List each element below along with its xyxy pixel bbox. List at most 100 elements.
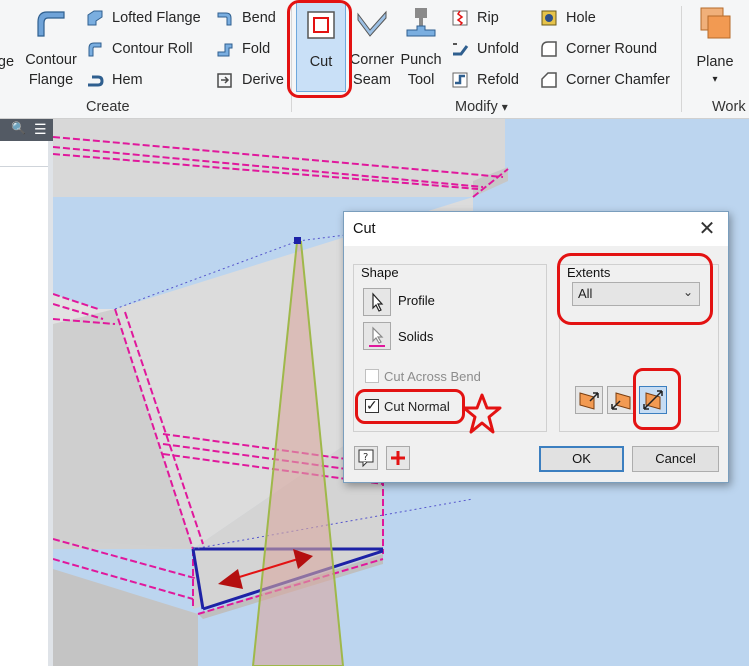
group-label-create: Create (86, 99, 130, 115)
punch-tool-text: Punch Tool (400, 52, 442, 88)
cut-button[interactable]: Cut (296, 2, 346, 92)
cut-icon (307, 11, 335, 39)
direction-1-icon (579, 392, 599, 410)
contour-roll-icon (88, 42, 102, 57)
contour-flange-button[interactable]: Contour Flange (22, 0, 80, 92)
punch-tool-button[interactable]: Punch Tool (398, 0, 444, 92)
derive-button[interactable]: Derive (216, 69, 286, 91)
contour-roll-button[interactable]: Contour Roll (86, 38, 201, 60)
contour-flange-icon (37, 11, 65, 37)
unfold-icon (453, 43, 469, 56)
fold-button[interactable]: Fold (216, 38, 286, 60)
rip-icon (452, 10, 468, 26)
corner-chamfer-label: Corner Chamfer (566, 72, 670, 88)
rip-button[interactable]: Rip (451, 7, 511, 29)
hem-button[interactable]: Hem (86, 69, 156, 91)
unfold-label: Unfold (477, 41, 519, 57)
plus-icon (391, 451, 405, 465)
model-browser-panel: 🔍 ☰ (0, 119, 53, 666)
derive-icon (217, 73, 232, 88)
cut-across-bend-label: Cut Across Bend (384, 369, 481, 384)
browser-divider (0, 166, 48, 167)
star-annotation-icon (462, 393, 502, 434)
cut-origin-point (294, 237, 301, 244)
contour-roll-label: Contour Roll (112, 41, 193, 57)
bend-button[interactable]: Bend (216, 7, 286, 29)
corner-seam-text: Corner Seam (349, 52, 395, 88)
hem-icon (88, 75, 104, 87)
corner-chamfer-button[interactable]: Corner Chamfer (540, 69, 678, 91)
cut-dialog: Cut ✕ Shape Profile Solids Cut Across Be… (343, 211, 729, 483)
ribbon-separator (681, 6, 682, 112)
cut-normal-checkbox[interactable]: ✓ (365, 397, 379, 413)
help-icon: ? (358, 449, 374, 468)
bend-icon (217, 12, 232, 26)
solids-select-button[interactable] (363, 322, 391, 350)
corner-chamfer-icon (541, 72, 557, 88)
plane-label: Plane (696, 54, 734, 70)
extents-group-title: Extents (567, 265, 611, 280)
corner-seam-label: Corner Seam (348, 50, 396, 90)
direction-2-icon (611, 392, 631, 410)
menu-icon[interactable]: ☰ (34, 121, 47, 138)
direction-1-button[interactable] (575, 386, 603, 414)
lofted-flange-button[interactable]: Lofted Flange (86, 7, 206, 29)
hole-button[interactable]: Hole (540, 7, 610, 29)
contour-flange-label: Contour Flange (22, 50, 80, 90)
plane-icon (700, 7, 731, 39)
corner-seam-icon (357, 10, 387, 37)
unfold-button[interactable]: Unfold (451, 38, 531, 60)
cancel-button[interactable]: Cancel (632, 446, 719, 472)
search-icon[interactable]: 🔍 (11, 121, 26, 135)
group-label-modify[interactable]: Modify ▾ (455, 99, 508, 115)
solids-label: Solids (398, 329, 434, 344)
shape-group-title: Shape (361, 265, 399, 280)
lofted-flange-label: Lofted Flange (112, 10, 201, 26)
close-icon[interactable]: ✕ (694, 218, 720, 240)
group-label-modify-text: Modify (455, 99, 498, 115)
hem-label: Hem (112, 72, 143, 88)
profile-label: Profile (398, 293, 435, 308)
symmetric-direction-button[interactable] (639, 386, 667, 414)
contour-flange-text: Contour Flange (25, 52, 77, 88)
corner-round-label: Corner Round (566, 41, 658, 57)
refold-label: Refold (477, 72, 519, 88)
punch-tool-icon (406, 8, 436, 37)
chevron-down-icon: ⌄ (682, 285, 693, 299)
model-bottom-lip (53, 569, 198, 666)
cut-across-bend-checkbox[interactable] (365, 369, 379, 383)
fold-icon (217, 43, 233, 57)
direction-2-button[interactable] (607, 386, 635, 414)
dialog-titlebar[interactable]: Cut ✕ (344, 212, 728, 246)
plane-button[interactable]: Plane ▾ (690, 0, 740, 92)
flange-button[interactable]: ge (0, 0, 20, 92)
add-button[interactable] (386, 446, 410, 470)
rip-label: Rip (477, 10, 499, 26)
svg-text:?: ? (363, 452, 368, 463)
symmetric-direction-icon (643, 390, 663, 410)
dialog-title: Cut (353, 221, 376, 237)
fold-label: Fold (242, 41, 271, 57)
extents-dropdown[interactable]: All ⌄ (572, 282, 700, 306)
profile-select-button[interactable] (363, 288, 391, 316)
help-button[interactable]: ? (354, 446, 378, 470)
hole-label: Hole (566, 10, 596, 26)
corner-seam-button[interactable]: Corner Seam (348, 0, 396, 92)
plane-dropdown-arrow-icon[interactable]: ▾ (690, 70, 740, 90)
refold-icon (452, 72, 468, 88)
refold-button[interactable]: Refold (451, 69, 531, 91)
extents-dropdown-value: All (578, 286, 593, 301)
lofted-flange-icon (87, 10, 103, 26)
punch-tool-label: Punch Tool (398, 50, 444, 90)
hole-icon (541, 10, 557, 26)
corner-round-button[interactable]: Corner Round (540, 38, 670, 60)
cursor-arrow-icon (372, 292, 384, 312)
ok-button[interactable]: OK (539, 446, 624, 472)
ribbon-separator (291, 6, 292, 112)
checkmark-icon: ✓ (366, 397, 378, 413)
derive-label: Derive (242, 72, 284, 88)
flange-button-label: ge (0, 54, 15, 70)
cut-normal-label: Cut Normal (384, 399, 450, 414)
ribbon: ge Contour Flange Lofted Flange Contour … (0, 0, 749, 119)
group-label-work: Work (712, 99, 746, 115)
